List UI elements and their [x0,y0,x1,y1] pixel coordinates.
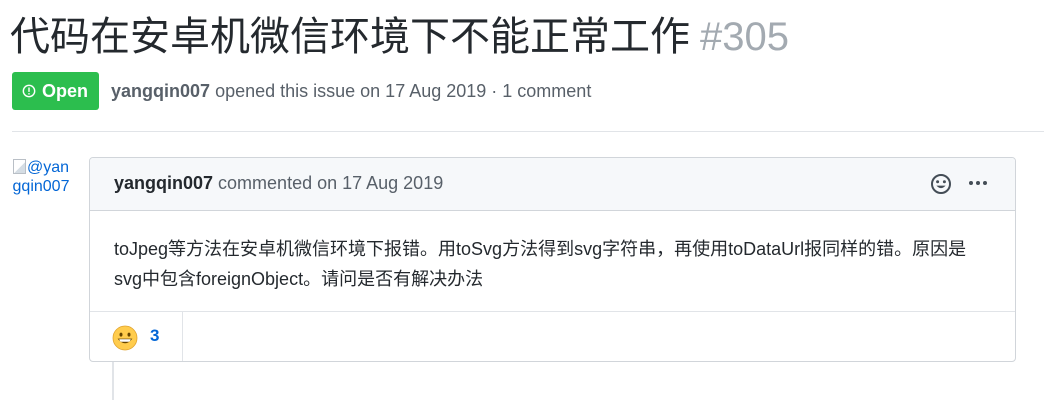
broken-image-icon [12,159,26,174]
avatar-alt-text: @yangqin007 [12,158,70,196]
comment-body: toJpeg等方法在安卓机微信环境下报错。用toSvg方法得到svg字符串，再使… [114,234,994,294]
grinning-face-icon [112,325,138,351]
comment-author-link[interactable]: yangqin007 [114,173,213,193]
kebab-horizontal-icon[interactable] [966,171,990,195]
comment-timestamp[interactable]: commented on 17 Aug 2019 [213,173,443,193]
issue-summary: yangqin007 opened this issue on 17 Aug 2… [111,81,591,102]
header-divider [12,131,1044,132]
comment-meta: yangqin007 commented on 17 Aug 2019 [114,173,443,194]
smiley-icon[interactable] [930,173,952,195]
issue-number: #305 [700,15,789,59]
issue-state-badge: Open [12,72,100,110]
comment-body-text: toJpeg等方法在安卓机微信环境下报错。用toSvg方法得到svg字符串，再使… [114,239,967,289]
issue-title: 代码在安卓机微信环境下不能正常工作 #305 [10,8,789,66]
timeline-line [112,362,114,400]
reaction-count: 3 [150,326,160,345]
issue-summary-text: opened this issue on 17 Aug 2019 · 1 com… [210,80,592,101]
avatar[interactable]: @yangqin007 [12,158,70,216]
issue-page: 代码在安卓机微信环境下不能正常工作 #305 Open yangqin007 op… [0,0,1044,400]
issue-state-label: Open [42,80,89,101]
issue-author-link[interactable]: yangqin007 [111,81,210,101]
reactions-bar: 3 [90,311,1015,361]
issue-title-text: 代码在安卓机微信环境下不能正常工作 [10,15,690,59]
issue-opened-icon [22,84,36,98]
reaction-button[interactable]: 3 [90,312,183,361]
comment-header: yangqin007 commented on 17 Aug 2019 [90,158,1015,211]
comment-box: yangqin007 commented on 17 Aug 2019 toJp… [89,157,1016,362]
issue-meta: Open yangqin007 opened this issue on 17 … [12,72,591,110]
